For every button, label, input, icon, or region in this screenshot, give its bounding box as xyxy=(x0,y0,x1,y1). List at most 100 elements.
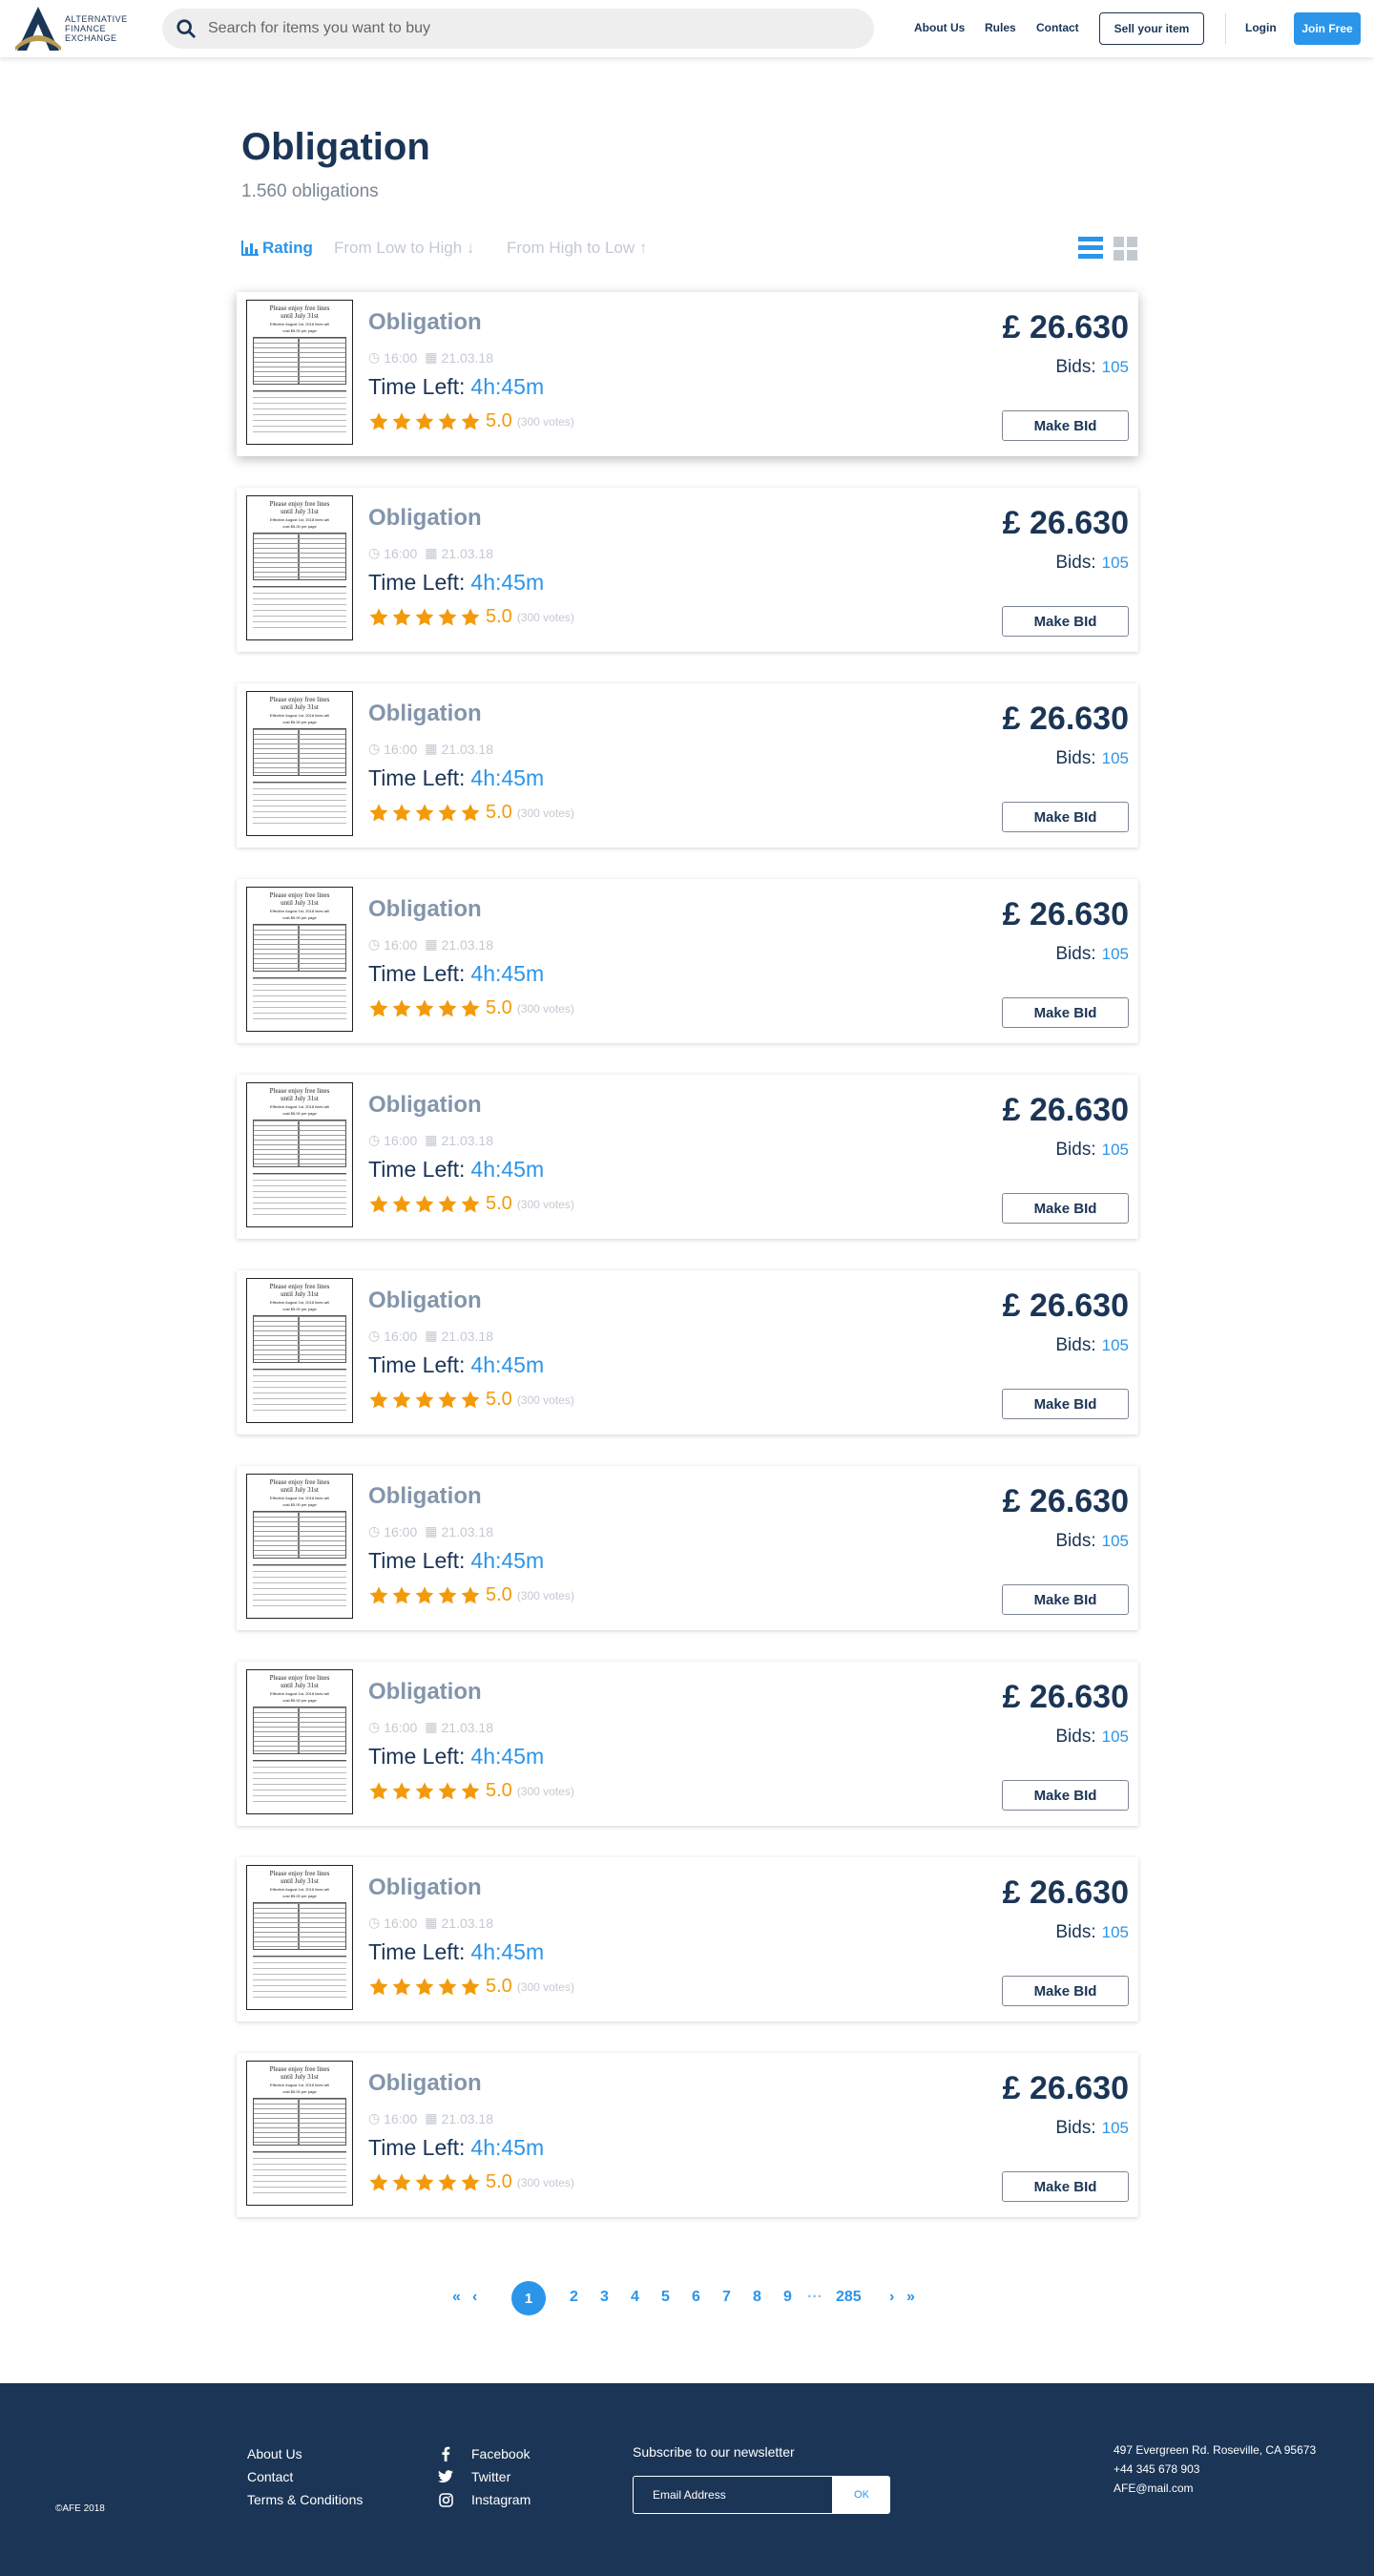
listing-card[interactable]: Please enjoy free lines until July 31st … xyxy=(237,1857,1138,2021)
listing-title[interactable]: Obligation xyxy=(368,896,482,923)
nav-about-us[interactable]: About Us xyxy=(914,21,965,34)
listing-title[interactable]: Obligation xyxy=(368,1679,482,1706)
logo[interactable]: ALTERNATIVE FINANCE EXCHANGE xyxy=(13,5,147,52)
listing-title[interactable]: Obligation xyxy=(368,1483,482,1510)
sort-rating[interactable]: Rating xyxy=(241,239,313,258)
make-bid-button[interactable]: Make BId xyxy=(1002,802,1129,832)
page-link[interactable]: 4 xyxy=(631,2289,639,2306)
listing-card[interactable]: Please enjoy free lines until July 31st … xyxy=(237,1075,1138,1239)
page-link[interactable]: 7 xyxy=(722,2289,731,2306)
newsletter-email-input[interactable] xyxy=(633,2476,833,2514)
facebook-icon xyxy=(437,2445,454,2462)
star-icon xyxy=(460,2172,482,2193)
votes-count: (300 votes) xyxy=(516,1784,574,1798)
sort-high-low[interactable]: From High to Low ↑ xyxy=(507,239,647,258)
star-row xyxy=(368,1781,483,1802)
next-page-icon[interactable]: › xyxy=(889,2289,894,2306)
make-bid-button[interactable]: Make BId xyxy=(1002,997,1129,1028)
make-bid-button[interactable]: Make BId xyxy=(1002,1584,1129,1615)
footer-link-contact[interactable]: Contact xyxy=(247,2465,363,2488)
document-thumbnail[interactable]: Please enjoy free lines until July 31st … xyxy=(246,1865,353,2010)
thumb-text-block xyxy=(253,1173,346,1215)
sort-low-high[interactable]: From Low to High ↓ xyxy=(334,239,474,258)
time-left-label: Time Left: xyxy=(368,1157,466,1182)
calendar-icon: ▦ xyxy=(425,545,438,560)
thumb-table xyxy=(253,728,346,776)
page-link[interactable]: 3 xyxy=(600,2289,609,2306)
page-link[interactable]: 2 xyxy=(570,2289,578,2306)
sell-item-button[interactable]: Sell your item xyxy=(1099,12,1204,45)
social-instagram[interactable]: Instagram xyxy=(437,2488,531,2511)
listing-card[interactable]: Please enjoy free lines until July 31st … xyxy=(237,2053,1138,2217)
rating-value: 5.0 xyxy=(486,802,512,823)
star-icon xyxy=(414,1781,436,1802)
make-bid-button[interactable]: Make BId xyxy=(1002,410,1129,441)
grid-view-icon[interactable] xyxy=(1114,237,1138,262)
footer-link-about[interactable]: About Us xyxy=(247,2442,363,2465)
star-icon xyxy=(460,411,482,432)
nav-rules[interactable]: Rules xyxy=(985,21,1016,34)
listing-card[interactable]: Please enjoy free lines until July 31st … xyxy=(237,292,1138,456)
page-current[interactable]: 1 xyxy=(511,2281,546,2315)
document-thumbnail[interactable]: Please enjoy free lines until July 31st … xyxy=(246,1278,353,1423)
last-page-icon[interactable]: » xyxy=(906,2289,915,2306)
document-thumbnail[interactable]: Please enjoy free lines until July 31st … xyxy=(246,887,353,1032)
join-free-button[interactable]: Join Free xyxy=(1294,12,1361,45)
make-bid-button[interactable]: Make BId xyxy=(1002,2171,1129,2202)
list-view-icon[interactable] xyxy=(1078,237,1103,260)
first-page-icon[interactable]: « xyxy=(452,2289,461,2306)
search-bar[interactable] xyxy=(162,9,874,49)
listing-time: 16:00 xyxy=(384,1132,418,1148)
document-thumbnail[interactable]: Please enjoy free lines until July 31st … xyxy=(246,2061,353,2206)
newsletter-ok-button[interactable]: OK xyxy=(833,2476,890,2514)
listing-title[interactable]: Obligation xyxy=(368,309,482,336)
document-thumbnail[interactable]: Please enjoy free lines until July 31st … xyxy=(246,1669,353,1814)
make-bid-button[interactable]: Make BId xyxy=(1002,1193,1129,1224)
listing-title[interactable]: Obligation xyxy=(368,1874,482,1901)
listing-meta: ◷ 16:00 ▦ 21.03.18 xyxy=(368,1328,493,1344)
thumb-table xyxy=(253,1315,346,1363)
document-thumbnail[interactable]: Please enjoy free lines until July 31st … xyxy=(246,495,353,640)
make-bid-button[interactable]: Make BId xyxy=(1002,606,1129,637)
footer-email[interactable]: AFE@mail.com xyxy=(1114,2479,1316,2498)
prev-page-icon[interactable]: ‹ xyxy=(472,2289,477,2306)
document-thumbnail[interactable]: Please enjoy free lines until July 31st … xyxy=(246,1474,353,1619)
listing-card[interactable]: Please enjoy free lines until July 31st … xyxy=(237,1662,1138,1826)
document-thumbnail[interactable]: Please enjoy free lines until July 31st … xyxy=(246,1082,353,1227)
bids-label: Bids: xyxy=(1055,944,1096,964)
page-link[interactable]: 6 xyxy=(692,2289,700,2306)
listing-date: 21.03.18 xyxy=(441,545,494,561)
login-link[interactable]: Login xyxy=(1245,21,1277,34)
make-bid-button[interactable]: Make BId xyxy=(1002,1389,1129,1419)
document-thumbnail[interactable]: Please enjoy free lines until July 31st … xyxy=(246,691,353,836)
star-row xyxy=(368,1194,483,1215)
social-twitter[interactable]: Twitter xyxy=(437,2465,531,2488)
listing-card[interactable]: Please enjoy free lines until July 31st … xyxy=(237,1466,1138,1630)
listing-title[interactable]: Obligation xyxy=(368,701,482,727)
listing-card[interactable]: Please enjoy free lines until July 31st … xyxy=(237,879,1138,1043)
listing-title[interactable]: Obligation xyxy=(368,1288,482,1314)
page-link[interactable]: 5 xyxy=(661,2289,670,2306)
page-link[interactable]: 9 xyxy=(783,2289,792,2306)
star-icon xyxy=(460,1781,482,1802)
thumb-line-2: until July 31st xyxy=(281,1095,319,1102)
make-bid-button[interactable]: Make BId xyxy=(1002,1976,1129,2006)
listing-title[interactable]: Obligation xyxy=(368,505,482,532)
social-facebook[interactable]: Facebook xyxy=(437,2442,531,2465)
page-last[interactable]: 285 xyxy=(836,2289,862,2306)
make-bid-button[interactable]: Make BId xyxy=(1002,1780,1129,1811)
listing-card[interactable]: Please enjoy free lines until July 31st … xyxy=(237,488,1138,652)
nav-contact[interactable]: Contact xyxy=(1036,21,1079,34)
page-link[interactable]: 8 xyxy=(753,2289,761,2306)
search-icon xyxy=(177,19,196,38)
search-input[interactable] xyxy=(208,20,828,37)
listing-title[interactable]: Obligation xyxy=(368,1092,482,1119)
calendar-icon: ▦ xyxy=(425,1719,438,1734)
listing-title[interactable]: Obligation xyxy=(368,2070,482,2097)
footer-link-terms[interactable]: Terms & Conditions xyxy=(247,2488,363,2511)
rating-stars: 5.0 (300 votes) xyxy=(368,1584,574,1606)
listing-card[interactable]: Please enjoy free lines until July 31st … xyxy=(237,683,1138,848)
document-thumbnail[interactable]: Please enjoy free lines until July 31st … xyxy=(246,300,353,445)
listing-card[interactable]: Please enjoy free lines until July 31st … xyxy=(237,1270,1138,1435)
listing-time: 16:00 xyxy=(384,741,418,757)
